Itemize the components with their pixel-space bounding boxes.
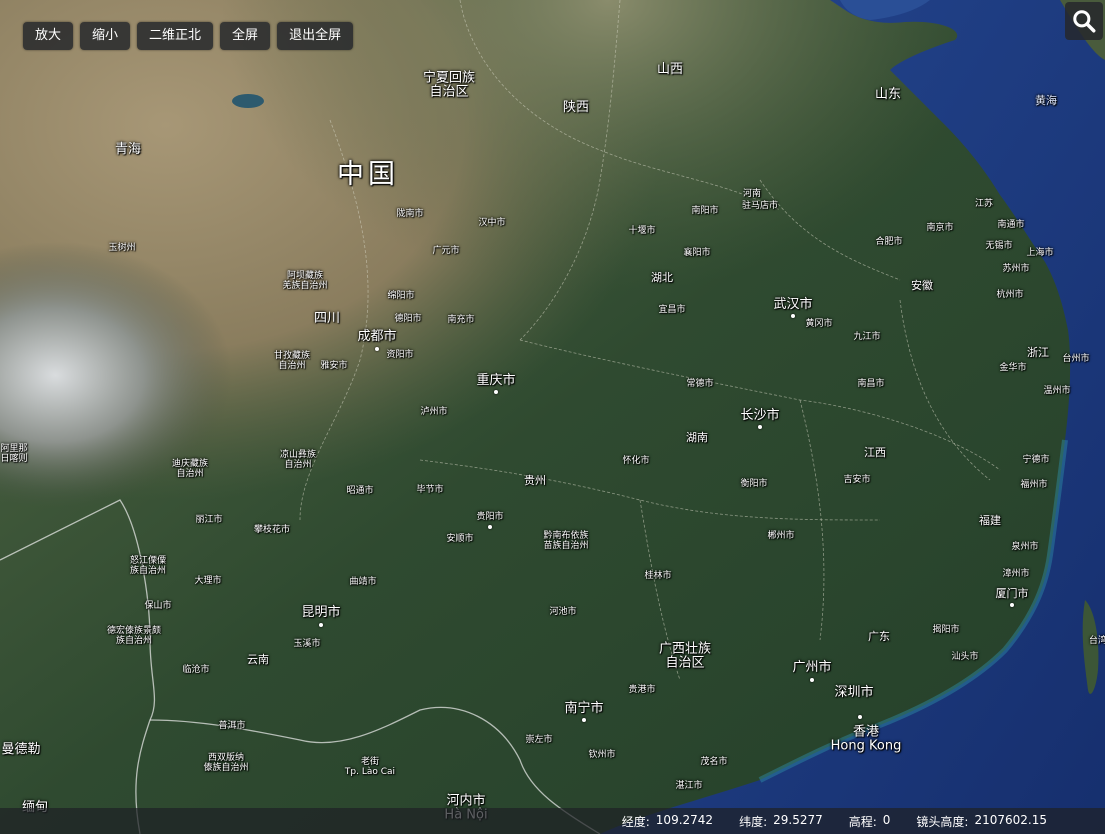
longitude-readout: 经度: 109.2742 — [622, 813, 713, 830]
qinghai-lake — [232, 94, 264, 108]
zoom-in-button[interactable]: 放大 — [23, 22, 74, 50]
latitude-value: 29.5277 — [773, 812, 823, 827]
longitude-value: 109.2742 — [655, 812, 714, 827]
latitude-readout: 纬度: 29.5277 — [739, 813, 823, 830]
camera-height-readout: 镜头高度: 2107602.15 — [916, 813, 1047, 830]
north-2d-button[interactable]: 二维正北 — [137, 22, 214, 50]
fullscreen-button[interactable]: 全屏 — [220, 22, 271, 50]
elevation-value: 0 — [882, 812, 891, 827]
status-bar: 经度: 109.2742 纬度: 29.5277 高程: 0 镜头高度: 210… — [0, 808, 1105, 834]
camera-height-label: 镜头高度: — [916, 814, 969, 829]
elevation-readout: 高程: 0 — [849, 813, 891, 830]
map-viewer[interactable]: 中国 青海 宁夏回族 自治区 陕西 山西 山东 黄海 河南 驻马店市 南阳市 陇… — [0, 0, 1105, 834]
exit-fullscreen-button[interactable]: 退出全屏 — [277, 22, 354, 50]
latitude-label: 纬度: — [739, 814, 768, 829]
map-toolbar: 放大 缩小 二维正北 全屏 退出全屏 — [23, 22, 354, 50]
satellite-map-imagery[interactable] — [0, 0, 1105, 834]
longitude-label: 经度: — [621, 814, 650, 829]
search-icon — [1073, 10, 1096, 33]
search-button[interactable] — [1065, 2, 1103, 40]
elevation-label: 高程: — [848, 814, 877, 829]
zoom-out-button[interactable]: 缩小 — [80, 22, 131, 50]
camera-height-value: 2107602.15 — [974, 812, 1047, 827]
